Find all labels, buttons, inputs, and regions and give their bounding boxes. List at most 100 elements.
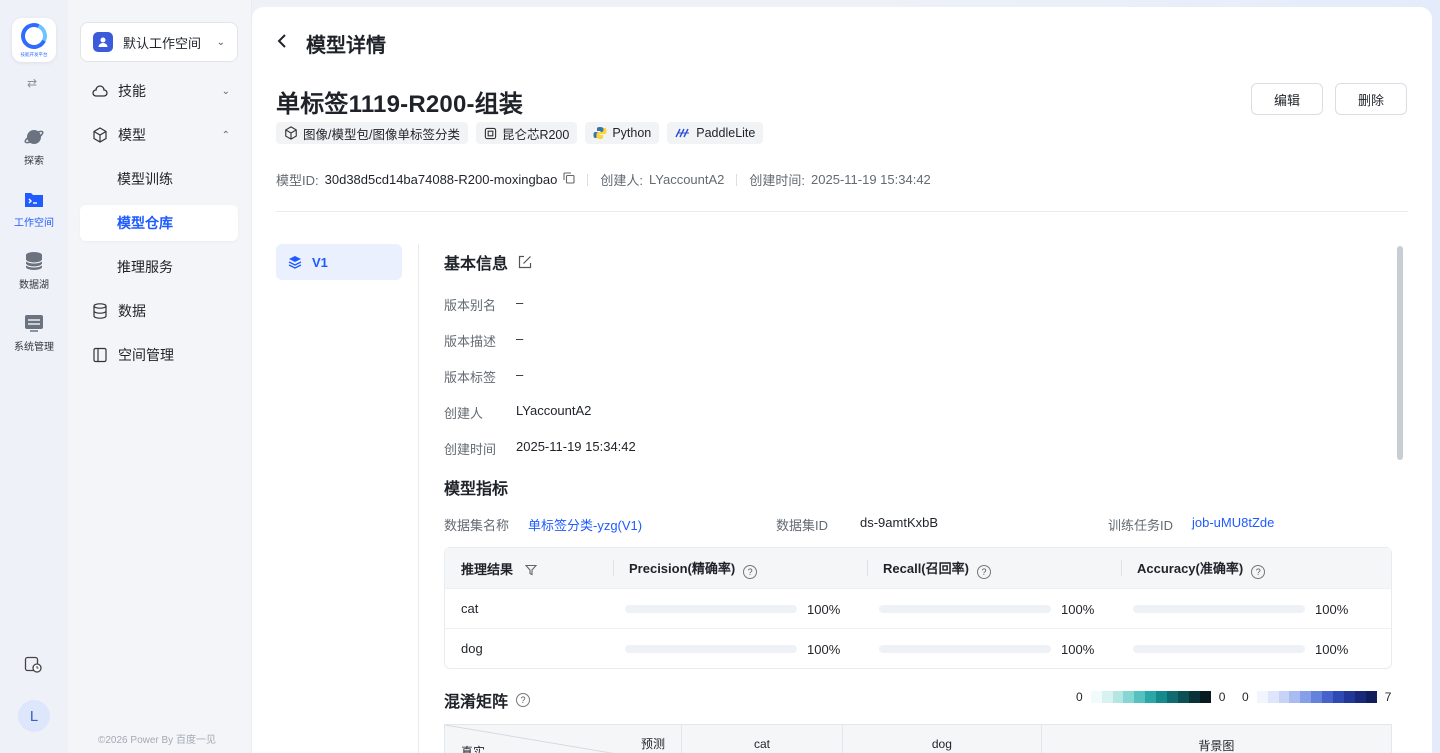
- nav-label: 数据: [118, 303, 146, 319]
- job-id-label: 训练任务ID: [1108, 518, 1174, 533]
- help-icon[interactable]: ?: [516, 693, 531, 707]
- chevron-down-icon: ⌄: [216, 36, 225, 48]
- info-value: –: [516, 331, 524, 346]
- avatar[interactable]: L: [18, 700, 50, 732]
- help-icon[interactable]: ?: [743, 564, 758, 579]
- percent-text: 100%: [1061, 601, 1095, 617]
- copyright: ©2026 Power By 百度一见: [98, 735, 216, 746]
- info-row-description: 版本描述 –: [444, 331, 523, 350]
- info-key: 版本描述: [444, 334, 497, 349]
- info-row-created-time: 创建时间 2025-11-19 15:34:42: [444, 439, 636, 458]
- nav-label: 模型: [118, 127, 146, 143]
- legend-gradient: [1090, 691, 1211, 703]
- rail-item-label: 系统管理: [14, 342, 54, 353]
- main-panel: 模型详情 单标签1119-R200-组装 编辑 删除 图像/模型包/图像单标签分…: [252, 7, 1432, 753]
- legend-max: 0: [1218, 690, 1226, 704]
- filter-icon[interactable]: [524, 564, 537, 576]
- table-header-row: 预测 真实 cat dog 背景图: [444, 724, 1393, 753]
- column-label: 推理结果: [461, 561, 514, 577]
- progress-bar: [625, 645, 797, 654]
- rail-item-label: 探索: [24, 156, 44, 167]
- dataset-name-link[interactable]: 单标签分类-yzg(V1): [528, 515, 642, 534]
- paddle-icon: [675, 128, 691, 138]
- predicted-label: 预测: [640, 737, 665, 751]
- color-legend-2: 0 7: [1242, 690, 1391, 704]
- nav-label: 空间管理: [118, 347, 174, 363]
- tag-label: Python: [612, 126, 652, 140]
- version-label: V1: [312, 254, 328, 270]
- model-tags: 图像/模型包/图像单标签分类 昆仑芯R200 Python PaddleLite: [276, 122, 764, 144]
- tag-language: Python: [585, 122, 660, 144]
- nav-label: 技能: [118, 83, 146, 99]
- info-value: 2025-11-19 15:34:42: [516, 439, 636, 454]
- percent-text: 100%: [807, 641, 841, 657]
- nav-models[interactable]: 模型 ⌃: [80, 117, 238, 153]
- legend-min: 0: [1076, 690, 1083, 704]
- column-label: Precision(精确率): [629, 560, 736, 576]
- rail-item-datalake[interactable]: 数据湖: [6, 250, 62, 291]
- dataset-id-value: ds-9amtKxbB: [860, 515, 939, 530]
- logo-mark-icon: [17, 18, 51, 53]
- database-icon: [92, 303, 108, 319]
- terminal-folder-icon: [23, 188, 45, 210]
- recall-cell: 100%: [867, 588, 1121, 628]
- info-key: 创建人: [444, 406, 484, 421]
- dataset-id-row: 数据集ID ds-9amtKxbB: [776, 515, 938, 534]
- rail-item-workspace[interactable]: 工作空间: [6, 188, 62, 229]
- column-label: Recall(召回率): [883, 560, 969, 576]
- rail-item-system[interactable]: 系统管理: [6, 312, 62, 353]
- metrics-section-title: 模型指标: [444, 481, 509, 498]
- legend-min: 0: [1242, 690, 1249, 704]
- workspace-selector[interactable]: 默认工作空间 ⌄: [80, 22, 238, 62]
- history-icon[interactable]: [24, 655, 42, 676]
- nav-label: 推理服务: [117, 259, 173, 275]
- column-header: Recall(召回率)?: [867, 548, 1121, 588]
- rail-item-explore[interactable]: 探索: [6, 126, 62, 167]
- divider: [276, 211, 1408, 212]
- switch-icon[interactable]: ⇄: [27, 76, 37, 90]
- nav-space-management[interactable]: 空间管理: [80, 337, 238, 373]
- created-value: 2025-11-19 15:34:42: [811, 172, 931, 187]
- scrollbar[interactable]: [1396, 244, 1404, 753]
- database-icon: [23, 250, 45, 272]
- section-title: 基本信息: [444, 256, 509, 273]
- cube-icon: [284, 126, 298, 140]
- help-icon[interactable]: ?: [1251, 564, 1266, 579]
- job-id-link[interactable]: job-uMU8tZde: [1192, 515, 1274, 534]
- table-header-row: 推理结果 Precision(精确率)? Recall(召回率)? Accura…: [445, 548, 1391, 588]
- nav-model-repository[interactable]: 模型仓库: [80, 205, 238, 241]
- nav-model-training[interactable]: 模型训练: [80, 161, 238, 197]
- table-row: dog 100% 100% 100%: [445, 628, 1391, 668]
- basic-info-section: 基本信息: [444, 250, 532, 274]
- divider: [587, 173, 589, 186]
- edit-button[interactable]: 编辑: [1251, 83, 1323, 115]
- progress-bar: [1133, 605, 1305, 614]
- nav-inference-service[interactable]: 推理服务: [80, 249, 238, 285]
- tag-task-type: 图像/模型包/图像单标签分类: [276, 122, 468, 144]
- help-icon[interactable]: ?: [976, 564, 991, 579]
- version-item-v1[interactable]: V1: [276, 244, 402, 280]
- back-arrow-icon[interactable]: [276, 33, 288, 54]
- copy-icon[interactable]: [563, 172, 575, 187]
- delete-button[interactable]: 删除: [1335, 83, 1407, 115]
- nav-data[interactable]: 数据: [80, 293, 238, 329]
- sidebar: 默认工作空间 ⌄ 技能 ⌄ 模型 ⌃ 模型训练 模型仓库 推理服务 数据 空间管…: [68, 0, 252, 753]
- column-header: 推理结果: [445, 548, 613, 588]
- divider: [418, 244, 419, 753]
- nav-skills[interactable]: 技能 ⌄: [80, 73, 238, 109]
- precision-cell: 100%: [613, 628, 867, 668]
- info-row-alias: 版本别名 –: [444, 295, 523, 314]
- cube-icon: [92, 127, 108, 143]
- actual-label: 真实: [461, 745, 486, 753]
- dataset-name-label: 数据集名称: [444, 518, 510, 533]
- section-title: 混淆矩阵: [444, 694, 509, 711]
- model-id-label: 模型ID:: [276, 173, 319, 188]
- created-label: 创建时间:: [749, 173, 806, 188]
- table-row: cat 100% 100% 100%: [445, 588, 1391, 628]
- app-logo[interactable]: 技能开发平台: [12, 18, 56, 62]
- cloud-icon: [92, 83, 108, 99]
- rail-item-label: 数据湖: [19, 280, 49, 291]
- progress-bar: [879, 605, 1051, 614]
- edit-icon[interactable]: [518, 255, 532, 269]
- scrollbar-thumb[interactable]: [1397, 246, 1403, 460]
